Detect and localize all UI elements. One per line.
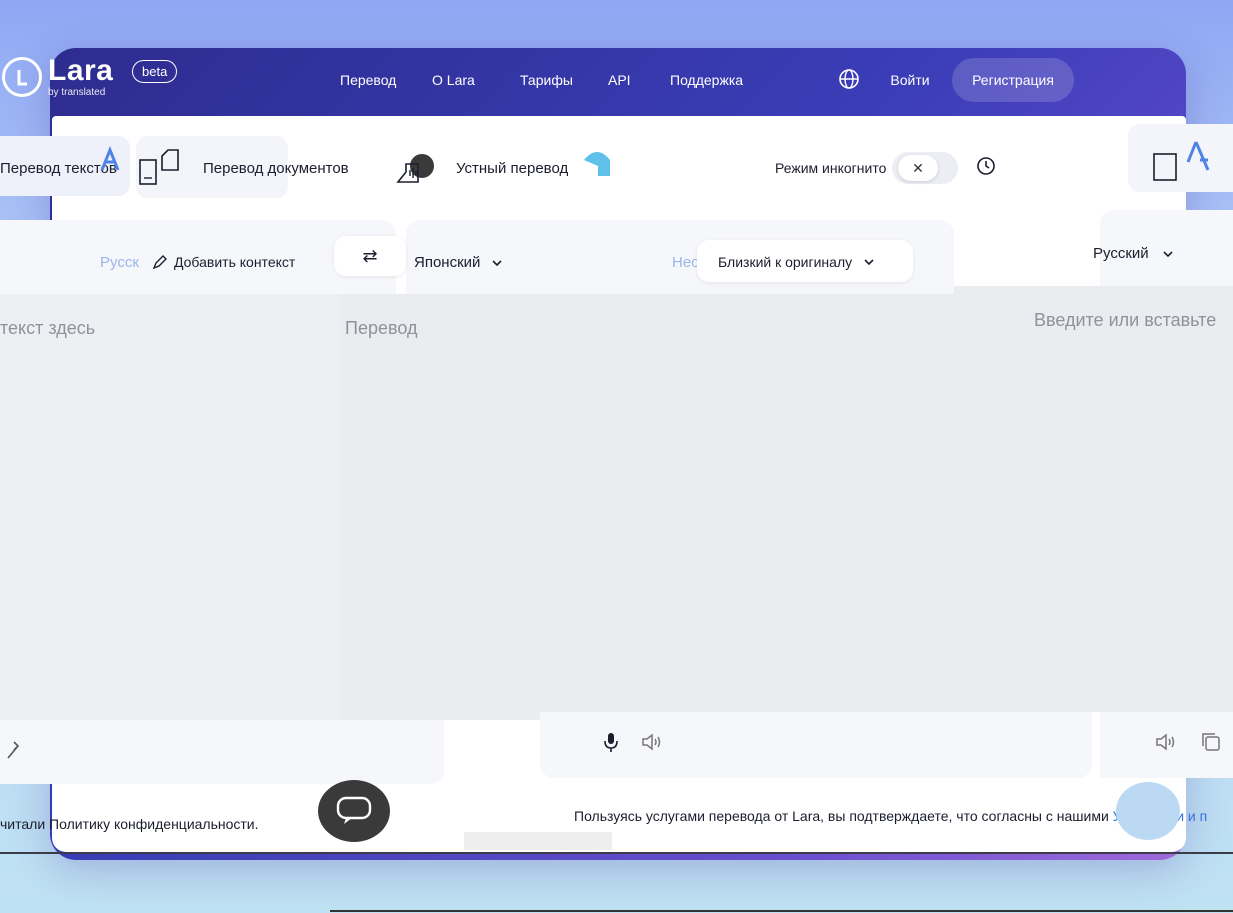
target-language-label: Японский [414, 254, 481, 271]
divider [0, 852, 1233, 854]
chat-bubble-right-icon[interactable] [1116, 782, 1180, 840]
voice-decoration-icon [580, 148, 614, 178]
swap-icon: ⇄ [362, 245, 378, 266]
legal-right-prefix: Пользуясь услугами перевода от Lara, вы … [574, 808, 1113, 824]
speaker-icon[interactable] [1154, 731, 1178, 753]
incognito-label: Режим инкогнито [775, 160, 887, 176]
right-translate-icon [1152, 138, 1212, 186]
right-language-select[interactable]: Русский [1093, 245, 1175, 262]
source-text-area[interactable] [0, 294, 340, 720]
chat-icon[interactable] [318, 780, 390, 842]
nav-translate[interactable]: Перевод [340, 72, 396, 88]
register-button[interactable]: Регистрация [952, 58, 1074, 102]
source-language-select[interactable]: Русск [100, 254, 139, 271]
logo-name: Lara [48, 54, 114, 87]
translation-style-value[interactable]: Близкий к оригиналу [718, 254, 876, 270]
logo-subtitle: by translated [48, 87, 106, 98]
nav-pricing[interactable]: Тарифы [520, 72, 573, 88]
translation-footer [540, 712, 1092, 778]
watermark-strip [464, 832, 612, 850]
lara-logo[interactable]: Lara by translated [2, 56, 113, 98]
history-icon[interactable] [976, 156, 996, 176]
add-context-label: Добавить контекст [174, 254, 296, 270]
chevron-down-icon [1163, 250, 1173, 257]
beta-badge: beta [132, 60, 178, 83]
nav-support[interactable]: Поддержка [670, 72, 743, 88]
divider [330, 910, 1233, 912]
translation-placeholder: Перевод [345, 318, 418, 338]
speaker-icon[interactable] [640, 731, 664, 753]
target-language-select[interactable]: Японский [414, 254, 504, 271]
copy-icon[interactable] [1200, 731, 1222, 753]
pencil-icon [152, 255, 167, 270]
right-placeholder: Введите или вставьте [1034, 310, 1217, 330]
right-language-label: Русский [1093, 245, 1149, 262]
chevron-down-icon [864, 259, 874, 266]
login-button[interactable]: Войти [870, 60, 950, 100]
style-label: Близкий к оригиналу [718, 254, 853, 270]
document-icon [138, 148, 182, 188]
right-text-area[interactable] [954, 286, 1233, 712]
source-footer [0, 720, 444, 784]
add-context-button[interactable]: Добавить контекст [152, 254, 295, 270]
voice-translate-icon[interactable] [388, 150, 442, 188]
incognito-off-icon[interactable]: ✕ [898, 155, 938, 181]
legal-text-left: читали Политику конфиденциальности. [0, 816, 259, 832]
legal-text-right: Пользуясь услугами перевода от Lara, вы … [574, 808, 1207, 824]
chevron-down-icon [492, 259, 502, 266]
translation-output-area[interactable] [340, 294, 954, 720]
microphone-icon[interactable] [600, 731, 622, 753]
source-placeholder: текст здесь [0, 318, 96, 338]
nav-api[interactable]: API [608, 72, 631, 88]
globe-icon[interactable] [838, 68, 860, 90]
tab-voice-label[interactable]: Устный перевод [456, 160, 568, 177]
tab-documents-label: Перевод документов [203, 160, 349, 177]
lara-logo-icon [2, 57, 42, 97]
text-translate-icon [98, 146, 126, 174]
nav-about[interactable]: О Lara [432, 72, 475, 88]
attach-icon[interactable] [4, 740, 22, 760]
swap-languages-button[interactable]: ⇄ [334, 236, 406, 276]
